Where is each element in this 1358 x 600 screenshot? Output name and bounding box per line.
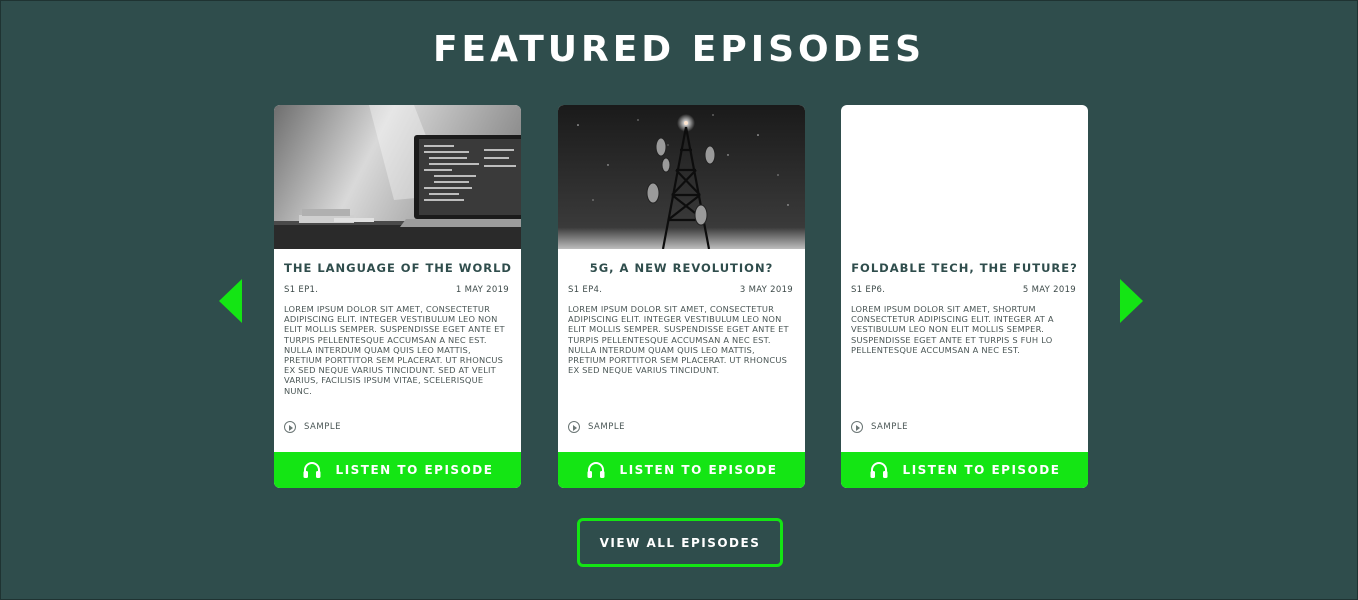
sample-play-button[interactable]: SAMPLE (851, 421, 908, 433)
episode-title: 5G, A NEW REVOLUTION? (589, 261, 774, 275)
view-all-episodes-button[interactable]: VIEW ALL EPISODES (577, 518, 783, 567)
episode-meta: S1 EP4. 3 MAY 2019 (568, 285, 793, 295)
episode-title: THE LANGUAGE OF THE WORLD (284, 261, 512, 275)
headphones-icon (870, 462, 888, 478)
episode-date: 5 MAY 2019 (1022, 285, 1076, 295)
listen-label: LISTEN TO EPISODE (619, 463, 778, 477)
section-title: FEATURED EPISODES (432, 29, 926, 70)
episode-date: 1 MAY 2019 (455, 285, 509, 295)
sample-label: SAMPLE (304, 422, 341, 432)
episode-description: LOREM IPSUM DOLOR SIT AMET, CONSECTETUR … (568, 304, 789, 376)
episode-meta: S1 EP1. 1 MAY 2019 (284, 285, 509, 295)
headphones-icon (303, 462, 321, 478)
episode-title: FOLDABLE TECH, THE FUTURE? (851, 261, 1078, 275)
play-circle-icon (568, 421, 580, 433)
listen-label: LISTEN TO EPISODE (902, 463, 1061, 477)
episode-code: S1 EP1. (284, 285, 319, 295)
episode-thumbnail-tower (558, 105, 805, 249)
listen-label: LISTEN TO EPISODE (335, 463, 494, 477)
sample-label: SAMPLE (588, 422, 625, 432)
episode-description: LOREM IPSUM DOLOR SIT AMET, CONSECTETUR … (284, 304, 505, 396)
carousel-prev-arrow-icon[interactable] (219, 279, 242, 323)
listen-to-episode-button[interactable]: LISTEN TO EPISODE (274, 452, 521, 488)
episode-date: 3 MAY 2019 (739, 285, 793, 295)
headphones-icon (587, 462, 605, 478)
episode-thumbnail-laptop (274, 105, 521, 249)
episode-card: THE LANGUAGE OF THE WORLD S1 EP1. 1 MAY … (274, 105, 521, 488)
episode-code: S1 EP6. (851, 285, 886, 295)
episode-description: LOREM IPSUM DOLOR SIT AMET, SHORTUM CONS… (851, 304, 1054, 355)
play-circle-icon (851, 421, 863, 433)
episode-card: 5G, A NEW REVOLUTION? S1 EP4. 3 MAY 2019… (558, 105, 805, 488)
listen-to-episode-button[interactable]: LISTEN TO EPISODE (558, 452, 805, 488)
episode-code: S1 EP4. (568, 285, 603, 295)
episode-meta: S1 EP6. 5 MAY 2019 (851, 285, 1076, 295)
episode-thumbnail-blank (841, 105, 1088, 249)
play-circle-icon (284, 421, 296, 433)
carousel-next-arrow-icon[interactable] (1120, 279, 1143, 323)
sample-play-button[interactable]: SAMPLE (568, 421, 625, 433)
sample-play-button[interactable]: SAMPLE (284, 421, 341, 433)
sample-label: SAMPLE (871, 422, 908, 432)
listen-to-episode-button[interactable]: LISTEN TO EPISODE (841, 452, 1088, 488)
episode-card: FOLDABLE TECH, THE FUTURE? S1 EP6. 5 MAY… (841, 105, 1088, 488)
